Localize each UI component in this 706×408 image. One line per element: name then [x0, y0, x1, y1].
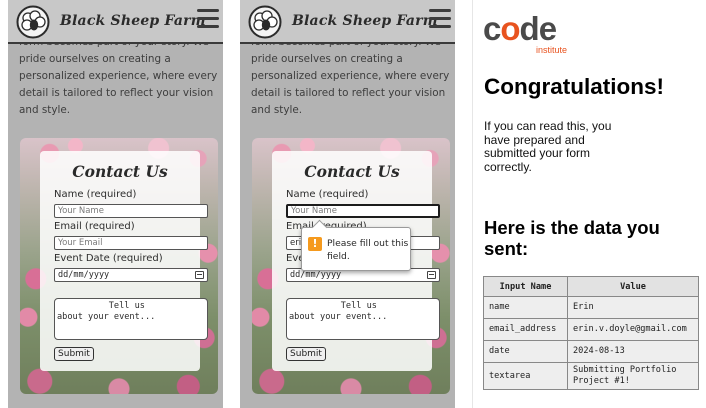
date-label: Event Date (required) [54, 253, 163, 264]
intro-text: form becomes part of your story. We prid… [251, 36, 450, 116]
validation-message: Please fill out this field. [327, 238, 409, 262]
name-label: Name (required) [286, 189, 369, 200]
form-result-page: code institute Congratulations! If you c… [472, 0, 706, 408]
result-heading: Congratulations! [484, 74, 664, 99]
logo-subtitle: institute [536, 45, 568, 55]
event-textarea[interactable]: Tell us about your event... [54, 298, 208, 340]
site-header: Black Sheep Farm [240, 0, 455, 44]
phone-view-validation: form becomes part of your story. We prid… [240, 0, 455, 408]
submitted-data-table: Input Name Value name Erin email_address… [483, 276, 699, 390]
input-name-cell: textarea [483, 362, 568, 390]
value-cell: Submitting Portfolio Project #1! [567, 362, 699, 390]
table-row: name Erin [483, 296, 699, 319]
calendar-icon[interactable] [427, 271, 436, 279]
contact-card: Contact Us Name (required) Your Name Ema… [40, 151, 208, 371]
screenshot-stage: form becomes part of your story. We prid… [0, 0, 706, 408]
intro-text: form becomes part of your story. We prid… [19, 36, 218, 116]
brand-name[interactable]: Black Sheep Farm [60, 13, 206, 29]
submit-button[interactable]: Submit [286, 347, 326, 361]
submit-button[interactable]: Submit [54, 347, 94, 361]
code-institute-logo: code [483, 10, 557, 47]
event-textarea[interactable]: Tell us about your event... [286, 298, 440, 340]
contact-title: Contact Us [72, 162, 168, 181]
table-row: textarea Submitting Portfolio Project #1… [483, 362, 699, 390]
value-cell: erin.v.doyle@gmail.com [567, 318, 699, 341]
date-input-value: dd/mm/yyyy [290, 270, 342, 280]
name-input[interactable]: Your Name [286, 204, 440, 218]
hamburger-menu-icon[interactable] [197, 9, 219, 29]
column-header: Value [567, 276, 699, 297]
hamburger-menu-icon[interactable] [429, 9, 451, 29]
calendar-icon[interactable] [195, 271, 204, 279]
phone-view-contact-form: form becomes part of your story. We prid… [8, 0, 223, 408]
sheep-logo-icon[interactable] [248, 5, 282, 39]
input-name-cell: email_address [483, 318, 568, 341]
date-input[interactable]: dd/mm/yyyy [54, 268, 208, 282]
name-input[interactable]: Your Name [54, 204, 208, 218]
date-input-value: dd/mm/yyyy [58, 270, 110, 280]
column-header: Input Name [483, 276, 568, 297]
value-cell: 2024-08-13 [567, 340, 699, 363]
contact-title: Contact Us [304, 162, 400, 181]
brand-name[interactable]: Black Sheep Farm [292, 13, 438, 29]
name-label: Name (required) [54, 189, 137, 200]
site-header: Black Sheep Farm [8, 0, 223, 44]
warning-icon: ! [308, 237, 322, 251]
email-input[interactable]: Your Email [54, 236, 208, 250]
input-name-cell: name [483, 296, 568, 319]
input-name-cell: date [483, 340, 568, 363]
data-subheading: Here is the data you sent: [484, 217, 660, 259]
sheep-logo-icon[interactable] [16, 5, 50, 39]
table-row: date 2024-08-13 [483, 340, 699, 363]
value-cell: Erin [567, 296, 699, 319]
result-paragraph: If you can read this, you have prepared … [484, 119, 612, 174]
flower-background-image: Contact Us Name (required) Your Name Ema… [20, 138, 218, 394]
table-header-row: Input Name Value [483, 276, 699, 297]
table-row: email_address erin.v.doyle@gmail.com [483, 318, 699, 341]
email-label: Email (required) [54, 221, 135, 232]
validation-tooltip: ! Please fill out this field. [301, 227, 411, 271]
